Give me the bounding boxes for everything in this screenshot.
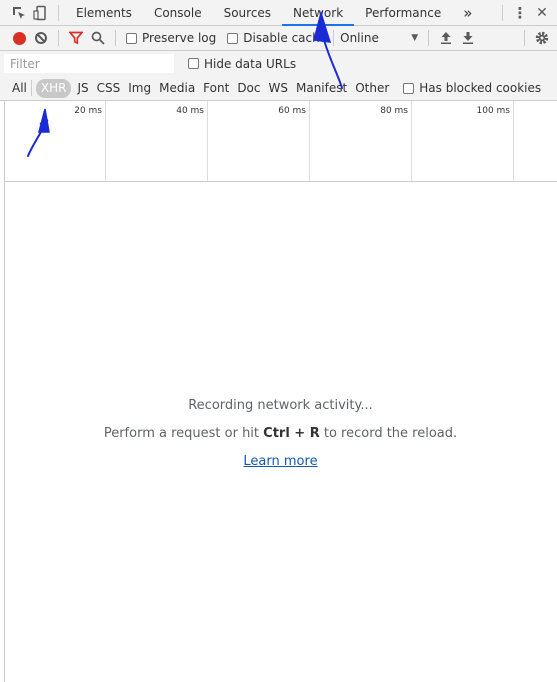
filter-toggle-button[interactable] [65, 27, 87, 49]
filter-bar: Hide data URLs [0, 51, 557, 76]
export-har-button[interactable] [457, 27, 479, 49]
inspect-element-icon[interactable] [8, 2, 30, 24]
record-icon [12, 31, 26, 45]
record-button[interactable] [8, 27, 30, 49]
filter-input[interactable] [4, 54, 174, 73]
tab-elements[interactable]: Elements [65, 0, 143, 26]
type-separator [30, 80, 32, 96]
tab-performance[interactable]: Performance [354, 0, 452, 26]
timeline-tick: 100 ms [412, 101, 514, 181]
gear-icon [535, 31, 549, 45]
network-toolbar: Preserve log Disable cache Online ▼ [0, 26, 557, 51]
throttling-value: Online [340, 31, 379, 45]
learn-more-container: Learn more [4, 454, 557, 469]
checkbox-box[interactable] [227, 32, 239, 44]
throttling-select[interactable]: Online ▼ [340, 31, 418, 45]
disable-cache-checkbox[interactable]: Disable cache [227, 31, 327, 45]
panel-left-border [4, 101, 5, 682]
close-icon[interactable]: ✕ [531, 2, 553, 24]
toolbar-separator [115, 30, 116, 46]
reload-hint-prefix: Perform a request or hit [103, 426, 264, 441]
clear-button[interactable] [30, 27, 52, 49]
kebab-menu-icon[interactable]: ⋮ [509, 2, 531, 24]
dropdown-arrow-icon: ▼ [411, 33, 419, 43]
checkbox-box[interactable] [403, 82, 415, 94]
type-filter-all[interactable]: All [8, 79, 31, 98]
timeline-tick: 80 ms [310, 101, 412, 181]
type-filter-ws[interactable]: WS [265, 79, 292, 98]
timeline-tick: 60 ms [208, 101, 310, 181]
clear-icon [35, 32, 47, 44]
import-har-button[interactable] [435, 27, 457, 49]
type-filter-img[interactable]: Img [124, 79, 155, 98]
search-icon [91, 31, 105, 45]
tab-sources[interactable]: Sources [213, 0, 282, 26]
disable-cache-label: Disable cache [243, 31, 328, 45]
network-overview-timeline[interactable]: 20 ms 40 ms 60 ms 80 ms 100 ms [4, 101, 557, 182]
recording-message: Recording network activity... [188, 398, 373, 413]
timeline-tick: 20 ms [4, 101, 106, 181]
preserve-log-label: Preserve log [142, 31, 217, 45]
type-filter-manifest[interactable]: Manifest [292, 79, 351, 98]
timeline-tick-label: 80 ms [380, 106, 408, 116]
checkbox-box[interactable] [188, 58, 199, 69]
learn-more-link[interactable]: Learn more [243, 454, 317, 469]
toolbar-separator [524, 30, 525, 46]
type-filter-media[interactable]: Media [155, 79, 199, 98]
timeline-tick-label: 40 ms [176, 106, 204, 116]
has-blocked-cookies-checkbox[interactable]: Has blocked cookies [403, 81, 541, 95]
timeline-tick-label: 20 ms [74, 106, 102, 116]
timeline-tick-label: 60 ms [278, 106, 306, 116]
hide-data-urls-checkbox[interactable]: Hide data URLs [188, 57, 296, 71]
network-settings-button[interactable] [531, 27, 553, 49]
toolbar-separator [333, 30, 335, 46]
reload-hint: Perform a request or hit Ctrl + R to rec… [4, 426, 557, 441]
has-blocked-cookies-label: Has blocked cookies [419, 81, 542, 95]
more-tabs-chevron-icon[interactable]: » [452, 0, 483, 26]
funnel-icon [69, 31, 83, 45]
tab-network[interactable]: Network [282, 0, 355, 26]
checkbox-box[interactable] [126, 32, 137, 44]
type-filter-js[interactable]: JS [73, 79, 92, 98]
type-filter-css[interactable]: CSS [93, 79, 125, 98]
resource-type-filter-bar: All XHR JS CSS Img Media Font Doc WS Man… [0, 76, 557, 101]
type-filter-xhr[interactable]: XHR [35, 78, 72, 98]
upload-icon [441, 32, 452, 44]
download-icon [463, 32, 474, 44]
devtools-tab-bar: Elements Console Sources Network Perform… [0, 0, 557, 26]
type-filter-doc[interactable]: Doc [233, 79, 264, 98]
timeline-tick-label: 100 ms [476, 106, 511, 116]
tab-console[interactable]: Console [143, 0, 213, 26]
toolbar-separator [428, 30, 430, 46]
search-button[interactable] [87, 27, 109, 49]
type-filter-font[interactable]: Font [199, 79, 233, 98]
hide-data-urls-label: Hide data URLs [204, 56, 297, 71]
reload-shortcut: Ctrl + R [263, 426, 320, 441]
tab-separator [58, 4, 59, 21]
timeline-tick: 40 ms [106, 101, 208, 181]
preserve-log-checkbox[interactable]: Preserve log [126, 31, 216, 45]
toolbar-separator [58, 30, 59, 46]
tab-separator [502, 4, 503, 21]
type-filter-other[interactable]: Other [351, 79, 393, 98]
device-toolbar-icon[interactable] [30, 2, 52, 24]
reload-hint-suffix: to record the reload. [319, 426, 458, 441]
